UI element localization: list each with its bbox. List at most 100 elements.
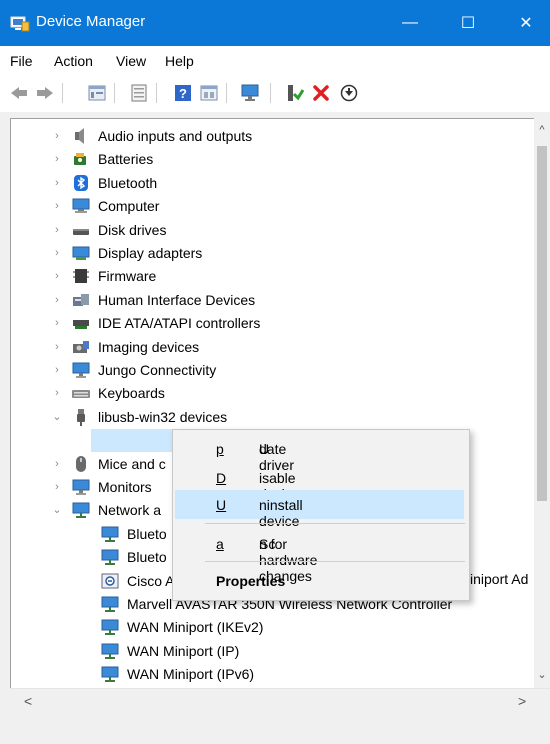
tree-item[interactable]: › Keyboards — [50, 381, 165, 404]
tree-item[interactable]: Blueto — [79, 522, 167, 545]
back-icon[interactable] — [8, 82, 30, 104]
tree-item[interactable]: › Human Interface Devices — [50, 288, 255, 311]
menu-properties[interactable]: Properties — [173, 566, 469, 595]
tree-item[interactable]: › Disk drives — [50, 218, 166, 241]
expand-icon[interactable]: › — [50, 130, 64, 142]
scroll-right-icon[interactable]: > — [518, 693, 526, 709]
vertical-scrollbar[interactable]: ^ ⌄ — [534, 118, 550, 688]
scroll-down-icon[interactable]: ⌄ — [534, 668, 550, 681]
scroll-thumb[interactable] — [537, 146, 547, 501]
expand-icon[interactable]: › — [50, 177, 64, 189]
tree-item-label: Monitors — [98, 478, 152, 495]
tree-item[interactable]: › Jungo Connectivity — [50, 358, 216, 381]
tree-item[interactable]: › Audio inputs and outputs — [50, 124, 252, 147]
scroll-up-icon[interactable]: ^ — [534, 124, 550, 136]
tree-item-label: Jungo Connectivity — [98, 361, 217, 378]
svg-text:?: ? — [179, 86, 187, 101]
tree-item[interactable]: › Computer — [50, 194, 159, 217]
expand-icon[interactable]: › — [50, 317, 64, 329]
cisco-adapter-icon — [101, 572, 119, 590]
expand-icon[interactable]: › — [50, 224, 64, 236]
update-driver-icon[interactable] — [338, 82, 360, 104]
tree-item-label: IDE ATA/ATAPI controllers — [98, 314, 261, 331]
remove-icon[interactable] — [310, 82, 332, 104]
tree-item[interactable]: › Display adapters — [50, 241, 202, 264]
speaker-icon — [72, 127, 90, 145]
tree-item[interactable]: › Bluetooth — [50, 171, 157, 194]
tree-item-label: Display adapters — [98, 244, 203, 261]
menu-file[interactable]: File — [10, 53, 33, 69]
tree-item-label: WAN Miniport (IKEv2) — [127, 618, 264, 635]
collapse-icon[interactable]: ⌄ — [50, 410, 64, 423]
tree-item-label: WAN Miniport (IP) — [127, 642, 240, 659]
tree-item-label: Mice and c — [98, 455, 166, 472]
display-adapter-icon — [72, 244, 90, 262]
expand-icon[interactable]: › — [50, 387, 64, 399]
tree-item-label: Disk drives — [98, 221, 167, 238]
scroll-left-icon[interactable]: < — [24, 693, 32, 709]
tree-item[interactable]: › IDE ATA/ATAPI controllers — [50, 311, 260, 334]
menu-help[interactable]: Help — [165, 53, 194, 69]
forward-icon[interactable] — [34, 82, 56, 104]
context-menu: Update driver Disable device Uninstall d… — [172, 429, 470, 601]
menu-action[interactable]: Action — [54, 53, 93, 69]
tree-item-label: Human Interface Devices — [98, 291, 256, 308]
tree-item[interactable]: › Imaging devices — [50, 335, 199, 358]
expand-icon[interactable]: › — [50, 247, 64, 259]
menu-uninstall-device[interactable]: Uninstall device — [175, 490, 464, 529]
tree-item-label: Bluetooth — [98, 174, 158, 191]
mouse-icon — [72, 455, 90, 473]
close-button[interactable]: ✕ — [502, 0, 550, 46]
tree-item[interactable]: Cisco A — [79, 569, 174, 592]
keyboard-icon — [72, 384, 90, 402]
expand-icon[interactable]: › — [50, 458, 64, 470]
expand-icon[interactable]: › — [50, 294, 64, 306]
tree-item[interactable]: › Batteries — [50, 147, 153, 170]
tree-item[interactable]: Blueto — [79, 545, 167, 568]
tree-item[interactable]: › Firmware — [50, 264, 156, 287]
enable-device-icon[interactable] — [284, 82, 306, 104]
tree-item[interactable]: WAN Miniport (IKEv2) — [79, 615, 263, 638]
expand-icon[interactable]: › — [50, 481, 64, 493]
maximize-icon: ☐ — [460, 15, 476, 32]
expand-icon[interactable]: › — [50, 364, 64, 376]
menu-disable-device[interactable]: Disable device — [173, 463, 469, 502]
minimize-button[interactable]: — — [386, 0, 434, 46]
help-icon[interactable]: ? — [172, 82, 194, 104]
monitor-icon — [72, 478, 90, 496]
tree-item[interactable]: WAN Miniport (IP) — [79, 639, 239, 662]
tree-item[interactable]: WAN Miniport (IPv6) — [79, 662, 254, 685]
close-icon: ✕ — [519, 15, 533, 32]
menu-bar: File Action View Help — [0, 46, 550, 74]
tree-item[interactable]: › Mice and c — [50, 452, 166, 475]
tree-item-label: Cisco A — [127, 572, 175, 589]
selected-row-highlight — [91, 429, 177, 452]
tree-item-label: Computer — [98, 197, 160, 214]
expand-icon[interactable]: › — [50, 270, 64, 282]
menu-update-driver[interactable]: Up date driver — [173, 434, 469, 473]
network-icon — [101, 595, 119, 613]
menu-view[interactable]: View — [116, 53, 146, 69]
network-icon — [101, 525, 119, 543]
title-bar: Device Manager — ☐ ✕ — [0, 0, 550, 46]
menu-scan-hardware[interactable]: Sc a n for hardware changes — [173, 529, 469, 584]
tree-item[interactable]: ⌄ Network a — [50, 498, 161, 521]
tree-item-label: Blueto — [127, 548, 167, 565]
camera-icon — [72, 338, 90, 356]
tree-item[interactable]: ⌄ libusb-win32 devices — [50, 405, 227, 428]
tree-item[interactable]: › Monitors — [50, 475, 152, 498]
monitor-scan-icon[interactable] — [240, 82, 262, 104]
battery-icon — [72, 150, 90, 168]
minimize-icon: — — [402, 14, 418, 31]
details-icon[interactable] — [198, 82, 220, 104]
hid-icon — [72, 291, 90, 309]
properties-view-icon[interactable] — [86, 82, 108, 104]
expand-icon[interactable]: › — [50, 200, 64, 212]
expand-icon[interactable]: › — [50, 341, 64, 353]
horizontal-scrollbar[interactable]: < > — [10, 688, 550, 713]
usb-icon — [72, 408, 90, 426]
expand-icon[interactable]: › — [50, 153, 64, 165]
collapse-icon[interactable]: ⌄ — [50, 503, 64, 516]
list-icon[interactable] — [128, 82, 150, 104]
maximize-button[interactable]: ☐ — [444, 0, 492, 46]
